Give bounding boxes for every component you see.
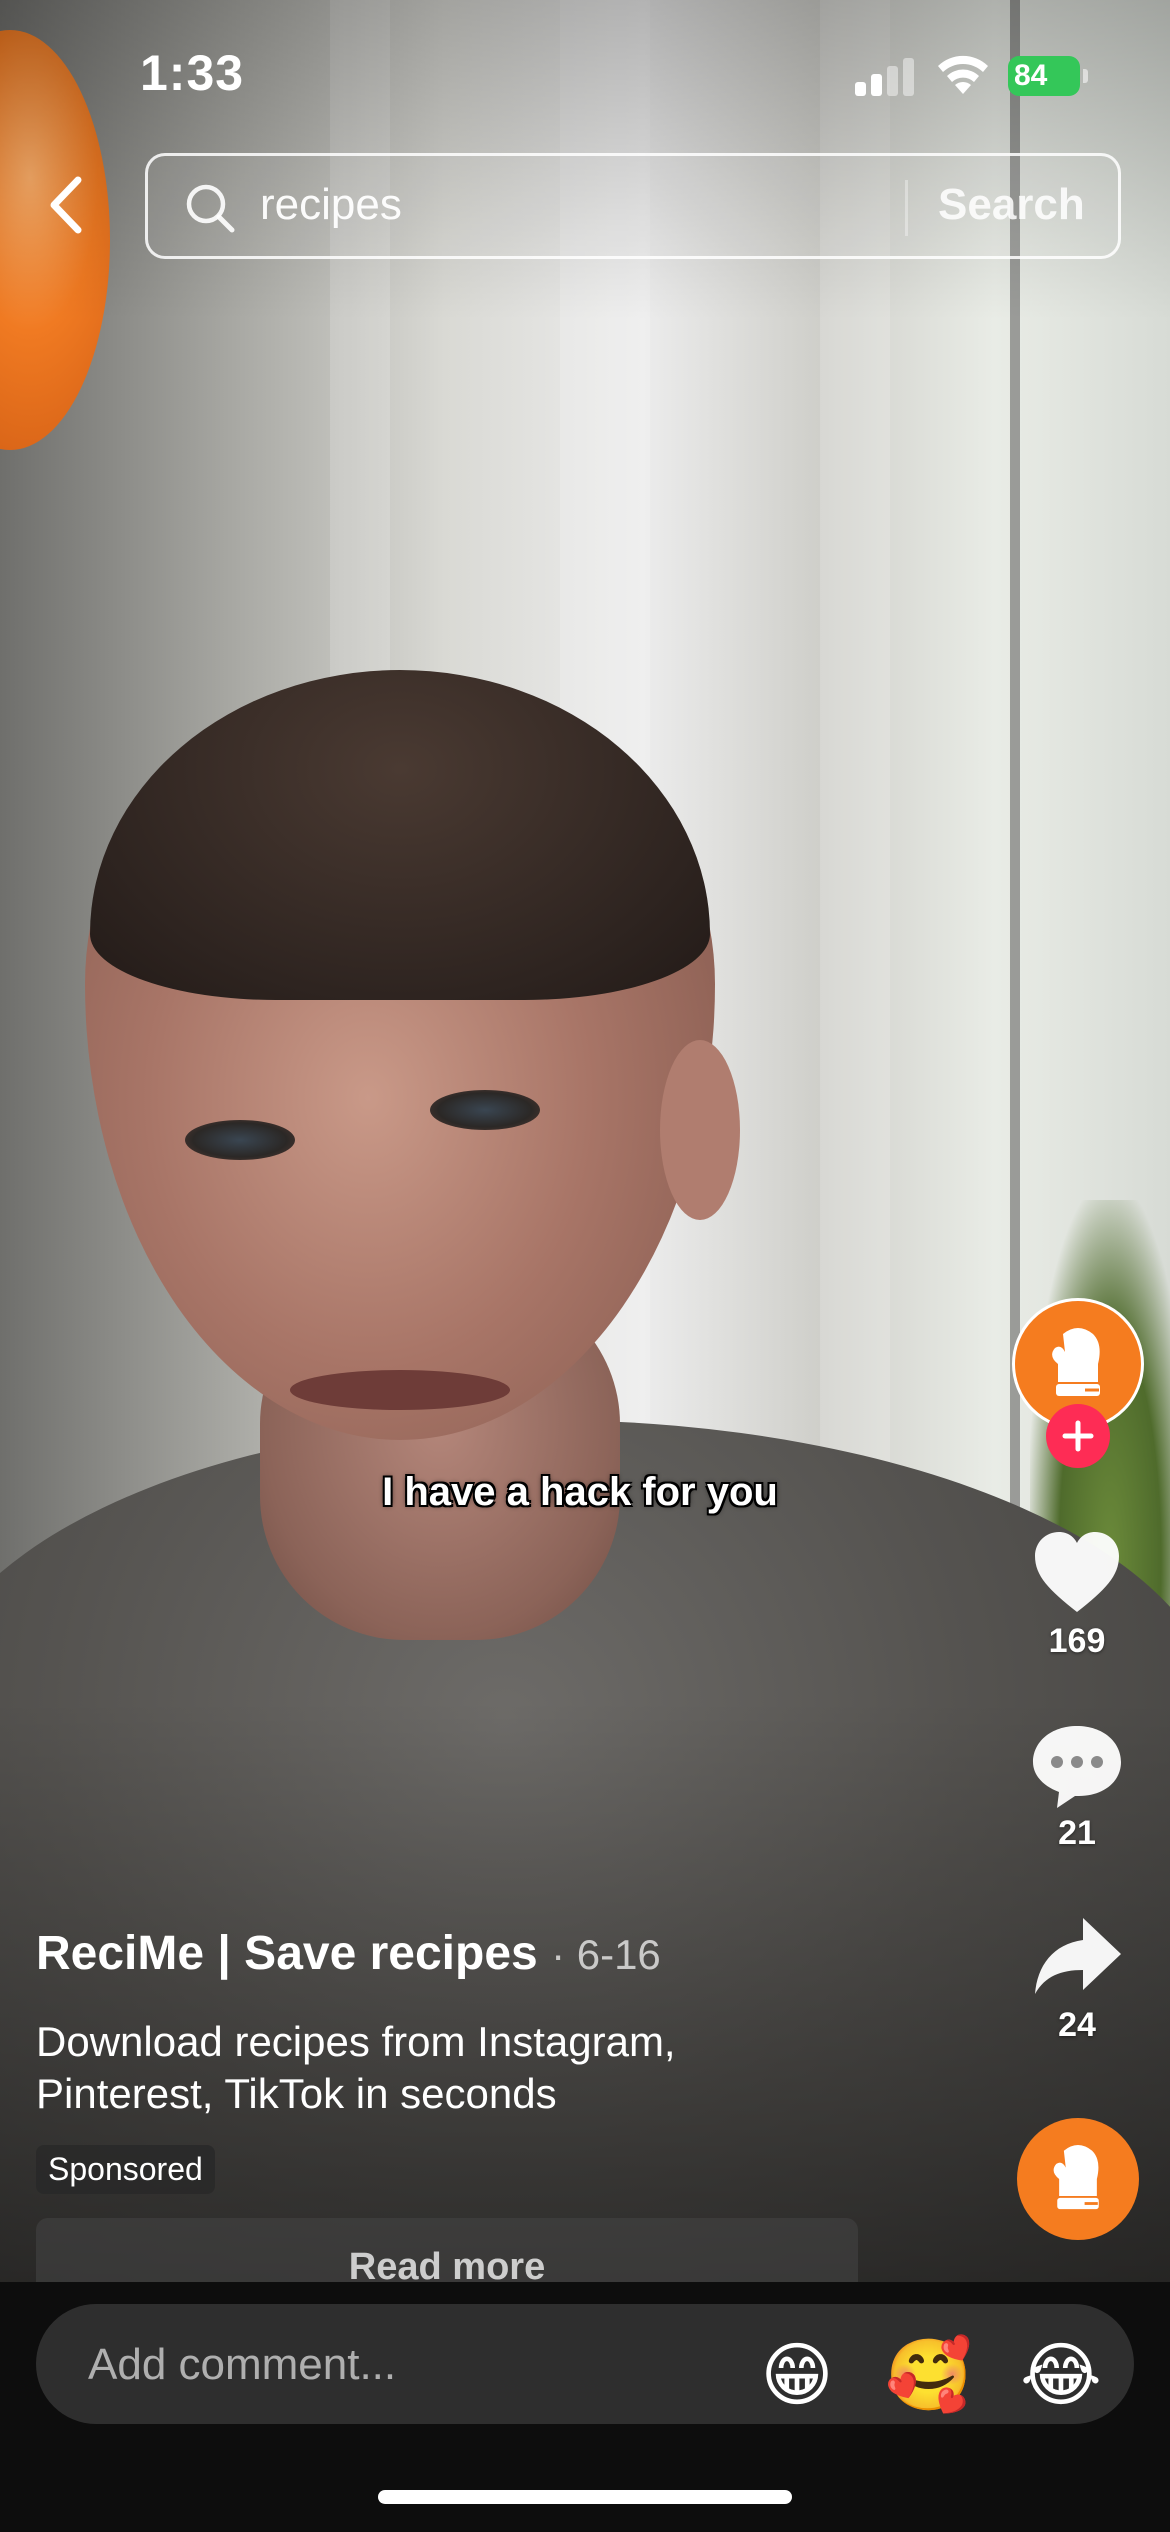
comment-placeholder: Add comment... <box>88 2340 397 2389</box>
like-button[interactable]: 169 <box>1017 1528 1137 1661</box>
oven-mitt-icon <box>1052 1328 1100 1396</box>
oven-mitt-icon <box>1053 2145 1099 2210</box>
comment-bubble-icon <box>1033 1726 1121 1808</box>
follow-button[interactable] <box>1046 1404 1110 1468</box>
share-button[interactable]: 24 <box>1017 1912 1137 2045</box>
search-bar[interactable]: recipes Search <box>145 153 1121 259</box>
home-indicator[interactable] <box>378 2490 792 2504</box>
battery-level: 84 <box>1008 56 1080 96</box>
back-button[interactable] <box>36 170 96 240</box>
person-eye-right <box>430 1090 540 1130</box>
search-input[interactable]: recipes <box>260 180 402 230</box>
battery-tip <box>1083 69 1088 83</box>
status-bar: 1:33 84 <box>0 0 1170 150</box>
ad-description: Download recipes from Instagram, Pintere… <box>36 2018 676 2117</box>
status-time: 1:33 <box>140 45 245 101</box>
tears-of-joy-emoji-button[interactable]: 😂 <box>1016 2330 1106 2420</box>
sponsored-badge: Sponsored <box>36 2145 215 2194</box>
plus-icon <box>1062 1420 1094 1452</box>
smiling-hearts-emoji-button[interactable]: 🥰 <box>884 2330 974 2420</box>
ad-title-row: ReciMe | Save recipes · 6-16 <box>36 1926 936 1981</box>
like-count: 169 <box>1048 1622 1106 1660</box>
account-name[interactable]: ReciMe | Save recipes <box>36 1927 538 1980</box>
sound-disc[interactable] <box>1017 2118 1139 2240</box>
cellular-signal-icon <box>855 58 917 96</box>
share-arrow-icon <box>1035 1918 1121 1994</box>
share-count: 24 <box>1058 2006 1096 2044</box>
battery-icon: 84 <box>1008 56 1088 96</box>
chevron-left-icon <box>50 176 82 234</box>
person-eye-left <box>185 1120 295 1160</box>
grinning-emoji-button[interactable]: 😁 <box>752 2330 842 2420</box>
comment-input[interactable]: Add comment... 😁 🥰 😂 <box>36 2304 1134 2424</box>
screen: 1:33 84 recipes Search I have a hack for… <box>0 0 1170 2532</box>
comment-button[interactable]: 21 <box>1017 1720 1137 1853</box>
comment-count: 21 <box>1058 1814 1096 1852</box>
heart-icon <box>1035 1532 1119 1612</box>
search-button[interactable]: Search <box>938 180 1085 230</box>
search-divider <box>905 180 908 236</box>
bottom-shade <box>0 1700 1170 2282</box>
read-more-button[interactable]: Read more <box>36 2218 858 2282</box>
person-ear <box>660 1040 740 1220</box>
post-date: · 6-16 <box>551 1931 661 1978</box>
video-caption: I have a hack for you <box>382 1470 778 1514</box>
search-icon <box>186 184 235 233</box>
wifi-icon <box>938 55 988 94</box>
person-mouth <box>290 1370 510 1410</box>
